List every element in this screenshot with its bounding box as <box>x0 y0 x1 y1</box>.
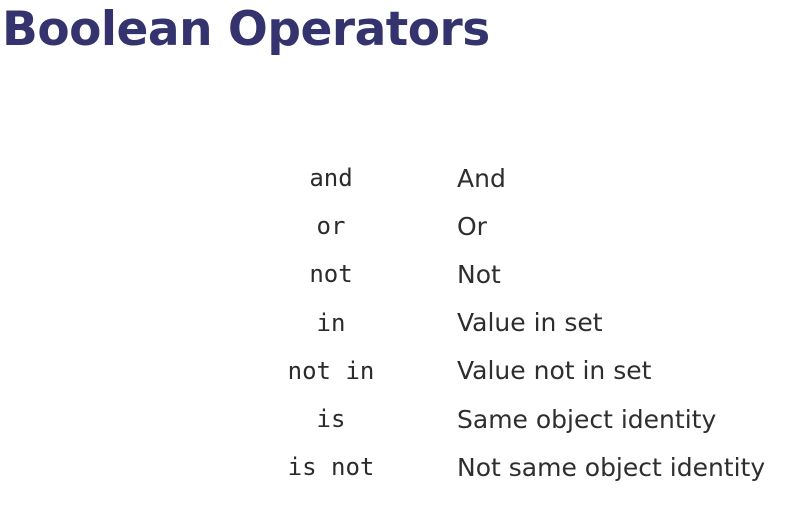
operator-code: not in <box>287 356 375 385</box>
operator-row-is-not: is not Not same object identity <box>270 443 800 491</box>
operator-description: Value in set <box>457 308 603 338</box>
operator-code: or <box>316 212 346 241</box>
operator-code: in <box>316 308 346 337</box>
operator-description: Or <box>457 211 487 241</box>
operator-table: and And or Or not Not in Value in set no… <box>270 154 800 491</box>
operator-row-not: not Not <box>270 250 800 298</box>
operator-description: Not <box>457 259 501 289</box>
operator-description: Same object identity <box>457 404 717 434</box>
operator-code: is <box>316 405 346 434</box>
operator-row-and: and And <box>270 154 800 202</box>
operator-row-in: in Value in set <box>270 299 800 347</box>
operator-code: and <box>309 164 353 193</box>
operator-row-not-in: not in Value not in set <box>270 347 800 395</box>
operator-row-is: is Same object identity <box>270 395 800 443</box>
slide: Boolean Operators and And or Or not Not … <box>0 0 808 510</box>
slide-title: Boolean Operators <box>2 2 490 57</box>
operator-code: not <box>309 260 353 289</box>
operator-description: Value not in set <box>457 356 652 386</box>
operator-row-or: or Or <box>270 202 800 250</box>
operator-description: And <box>457 163 506 193</box>
operator-description: Not same object identity <box>457 452 766 482</box>
operator-code: is not <box>287 453 375 482</box>
